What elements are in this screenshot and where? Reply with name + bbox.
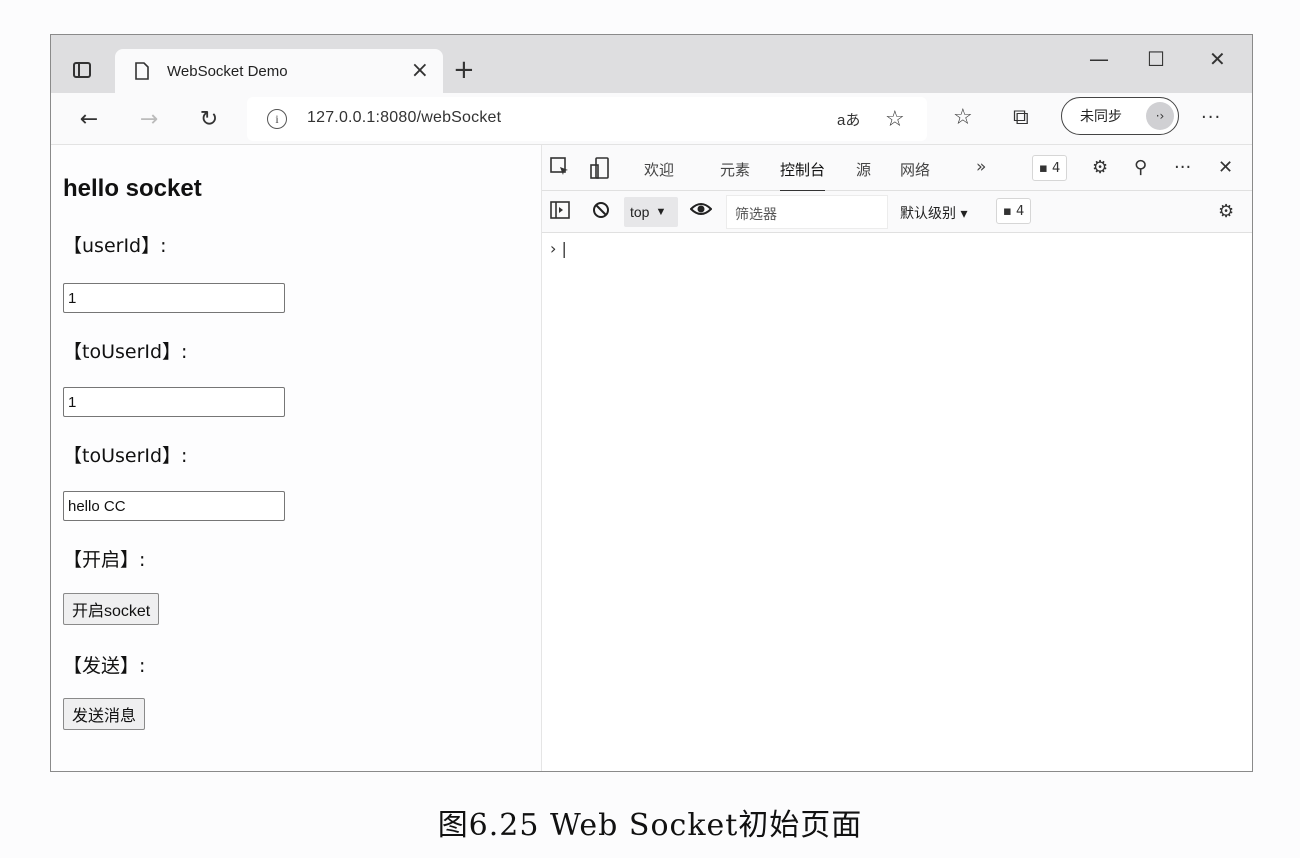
url-text[interactable]: 127.0.0.1:8080/webSocket: [307, 109, 501, 127]
close-devtools-icon[interactable]: ✕: [1218, 157, 1233, 178]
touserid-input[interactable]: [63, 387, 285, 417]
messages-badge[interactable]: ▪ 4: [996, 198, 1032, 224]
forward-icon[interactable]: →: [135, 105, 163, 133]
figure-caption: 图6.25 Web Socket初始页面: [437, 808, 863, 843]
page-title: hello socket: [63, 175, 202, 202]
new-tab-button[interactable]: +: [453, 57, 475, 83]
send-label: 【发送】:: [63, 655, 146, 677]
messages-icon: ▪: [1003, 203, 1016, 219]
log-level-select[interactable]: 默认级别 ▾: [900, 203, 967, 223]
back-icon[interactable]: ←: [75, 105, 103, 133]
open-label: 【开启】:: [63, 549, 146, 571]
browser-window: WebSocket Demo × + — ☐ ✕ ← → ↻ i 127.0.0…: [50, 34, 1253, 772]
tab-actions-icon[interactable]: [71, 59, 93, 81]
more-icon[interactable]: ···: [1201, 107, 1221, 128]
avatar: ·›: [1146, 102, 1174, 130]
settings-icon[interactable]: ⚙: [1092, 157, 1108, 178]
read-aloud-icon[interactable]: aあ: [837, 109, 860, 130]
customize-icon[interactable]: ⚲: [1134, 157, 1147, 178]
favorites-icon[interactable]: ☆: [953, 105, 973, 130]
message-input[interactable]: [63, 491, 285, 521]
browser-tab[interactable]: WebSocket Demo ×: [115, 49, 443, 93]
context-select[interactable]: top ▼: [624, 197, 678, 227]
console-filter-input[interactable]: 筛选器: [726, 195, 888, 229]
clear-console-icon[interactable]: [592, 201, 610, 224]
issues-icon: ▪: [1039, 160, 1052, 176]
sync-button[interactable]: 未同步 ·›: [1061, 97, 1179, 135]
site-info-icon[interactable]: i: [267, 109, 287, 129]
issues-count: 4: [1051, 160, 1061, 176]
tab-title: WebSocket Demo: [167, 62, 288, 80]
tab-strip: WebSocket Demo × + — ☐ ✕: [51, 35, 1252, 93]
issues-badge[interactable]: ▪ 4: [1032, 155, 1068, 181]
console-prompt[interactable]: › |: [550, 239, 567, 258]
refresh-icon[interactable]: ↻: [195, 105, 223, 133]
address-bar[interactable]: i 127.0.0.1:8080/webSocket aあ ☆: [247, 97, 927, 141]
devtools-tab-bar: 欢迎 元素 控制台 源 网络 » ▪ 4 ⚙ ⚲ ··· ✕: [542, 145, 1252, 192]
console-toolbar: top ▼ 筛选器 默认级别 ▾ ▪ 4 ⚙: [542, 191, 1252, 233]
more-options-icon[interactable]: ···: [1174, 157, 1191, 178]
minimize-button[interactable]: —: [1089, 47, 1109, 71]
sidebar-toggle-icon[interactable]: [550, 201, 570, 224]
tab-welcome[interactable]: 欢迎: [644, 159, 674, 180]
messages-count: 4: [1015, 203, 1025, 219]
device-emulation-icon[interactable]: [590, 157, 610, 184]
add-favorite-icon[interactable]: ☆: [885, 107, 905, 132]
inspect-icon[interactable]: [550, 157, 570, 182]
userid-label: 【userId】:: [63, 235, 167, 257]
tab-close-icon[interactable]: ×: [411, 60, 429, 82]
touserid-label: 【toUserId】:: [63, 341, 188, 363]
send-message-button[interactable]: 发送消息: [63, 698, 146, 730]
tab-network[interactable]: 网络: [900, 159, 930, 180]
console-settings-icon[interactable]: ⚙: [1218, 201, 1234, 222]
context-value: top: [630, 204, 650, 220]
page-icon: [135, 62, 151, 80]
sync-label: 未同步: [1080, 109, 1122, 125]
more-tabs-icon[interactable]: »: [976, 157, 986, 177]
devtools-panel: 欢迎 元素 控制台 源 网络 » ▪ 4 ⚙ ⚲ ··· ✕ top ▼ 筛选器…: [541, 145, 1252, 771]
userid-input[interactable]: [63, 283, 285, 313]
live-expression-icon[interactable]: [689, 201, 713, 222]
address-toolbar: ← → ↻ i 127.0.0.1:8080/webSocket aあ ☆ ☆ …: [51, 93, 1252, 145]
message-label: 【toUserId】:: [63, 445, 188, 467]
tab-console[interactable]: 控制台: [780, 159, 826, 192]
open-socket-button[interactable]: 开启socket: [63, 593, 160, 625]
chevron-down-icon: ▼: [655, 206, 667, 218]
close-window-button[interactable]: ✕: [1209, 47, 1226, 71]
page-content: hello socket 【userId】: 【toUserId】: 【toUs…: [51, 145, 541, 771]
maximize-button[interactable]: ☐: [1147, 47, 1165, 71]
collections-icon[interactable]: ⧉: [1013, 105, 1029, 130]
tab-sources[interactable]: 源: [856, 159, 871, 180]
tab-elements[interactable]: 元素: [720, 159, 750, 180]
